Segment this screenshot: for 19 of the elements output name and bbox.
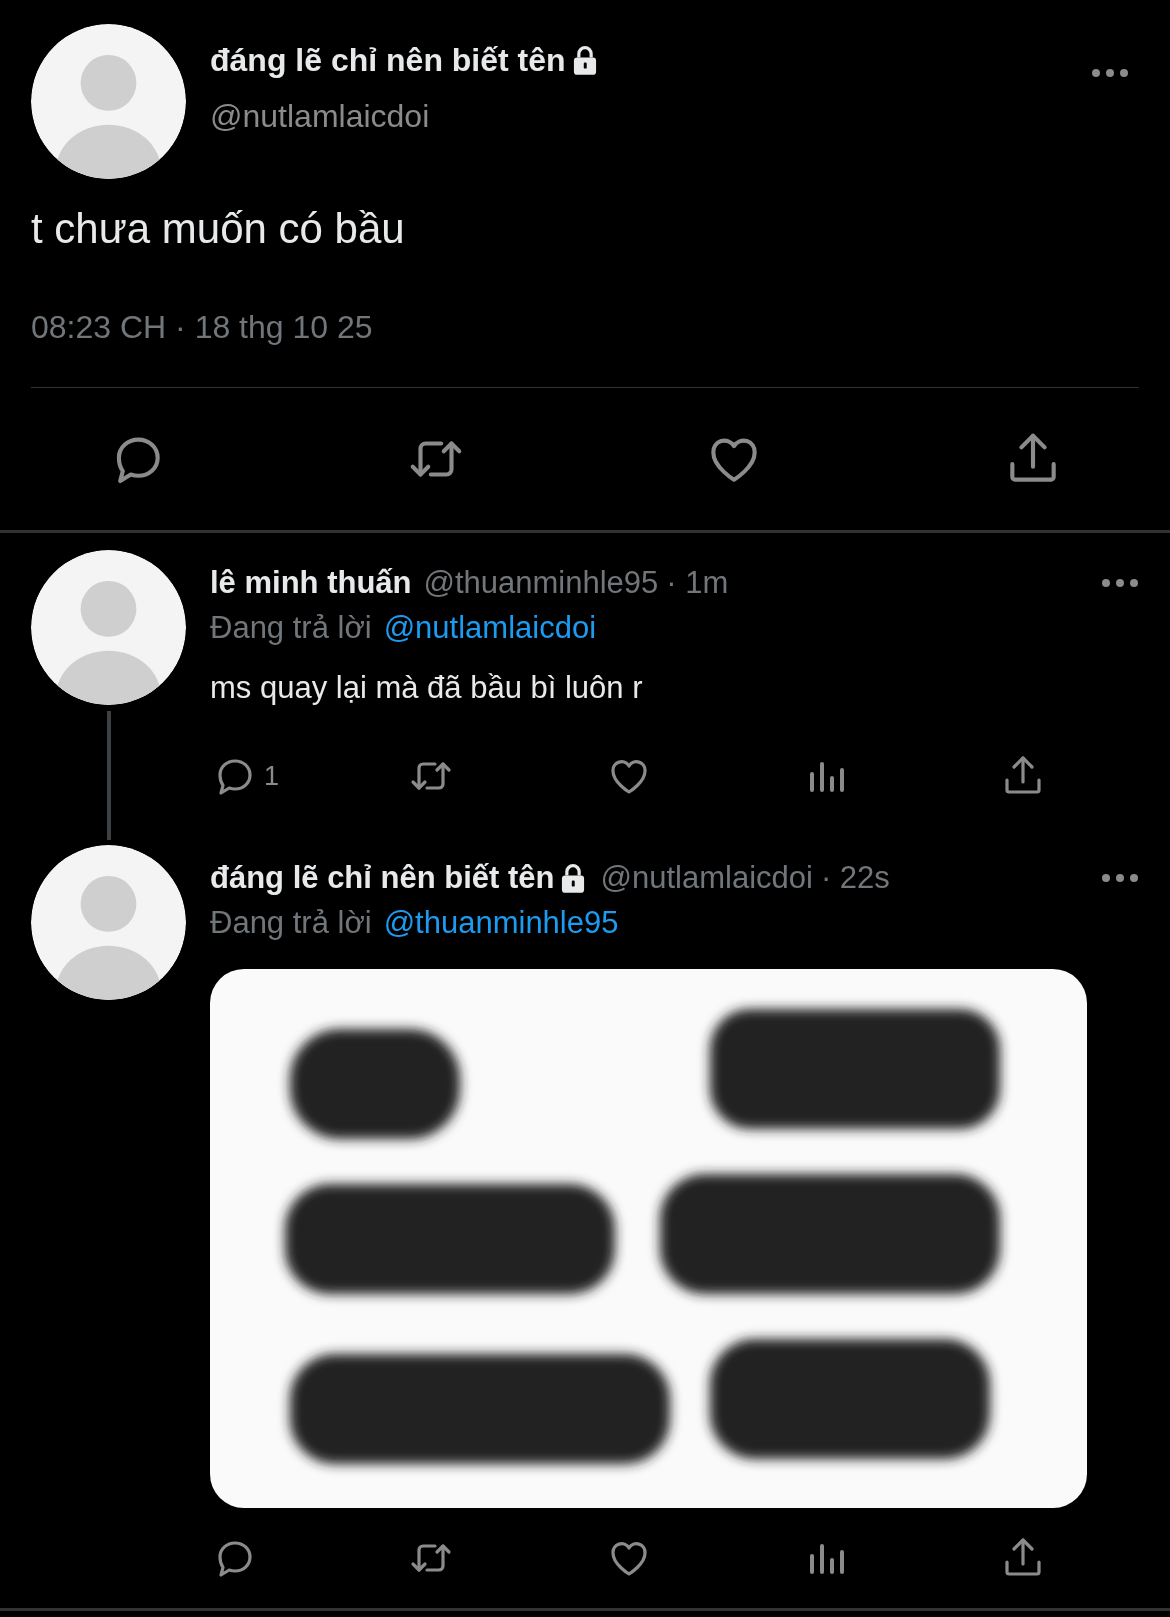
handle[interactable]: @thuanminhle95 <box>423 559 659 607</box>
tweet-text: t chưa muốn có bầu <box>31 204 406 254</box>
handle[interactable]: @nutlamlaicdoi <box>600 854 813 902</box>
handle[interactable]: @nutlamlaicdoi <box>210 96 1091 136</box>
display-name[interactable]: lê minh thuấn <box>210 559 412 607</box>
mention-link[interactable]: @thuanminhle95 <box>383 901 619 945</box>
replying-label: Đang trả lời <box>210 904 372 942</box>
replying-label: Đang trả lời <box>210 609 372 647</box>
reply-text: ms quay lại mà đã bầu bì luôn r <box>210 669 644 707</box>
post-time: · 1m <box>666 563 729 602</box>
timestamp: 08:23 CH · 18 thg 10 25 <box>31 308 374 347</box>
post-time: · 22s <box>820 858 890 897</box>
more-icon[interactable] <box>1101 873 1139 883</box>
more-icon[interactable] <box>1101 578 1139 588</box>
display-name[interactable]: đáng lẽ chỉ nên biết tên <box>210 40 566 80</box>
more-icon[interactable] <box>1091 68 1129 78</box>
display-name[interactable]: đáng lẽ chỉ nên biết tên <box>210 854 555 902</box>
reply-count: 1 <box>264 759 280 793</box>
mention-link[interactable]: @nutlamlaicdoi <box>383 606 597 650</box>
